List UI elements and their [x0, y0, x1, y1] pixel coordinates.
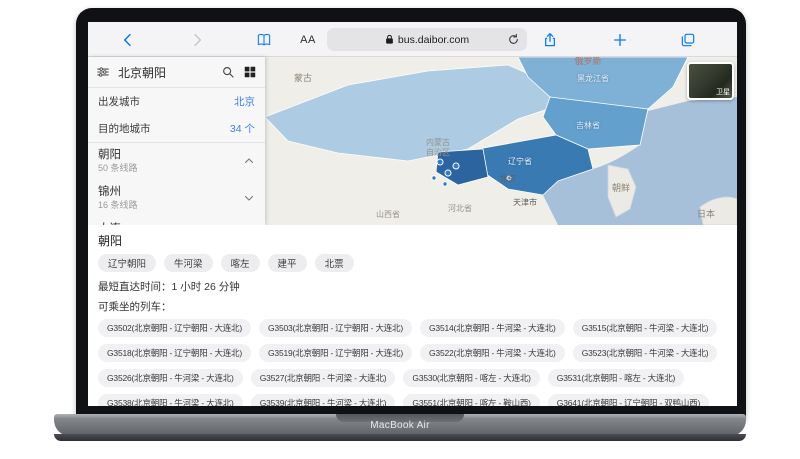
station-tag-list: 辽宁朝阳 牛河梁 喀左 建平 北票 [98, 254, 727, 272]
mockup-stage: AA bus.daibor.com 蒙古 俄罗斯 内蒙古 自治区 黑龙江省 吉林… [0, 0, 800, 459]
city-list-item[interactable]: 朝阳 50 条线路 [88, 143, 265, 180]
destination-city-row[interactable]: 目的地城市 34 个 [88, 115, 265, 142]
city-list: 朝阳 50 条线路 锦州 16 条线路 [88, 143, 265, 225]
train-pill[interactable]: G3515(北京朝阳 - 牛河梁 - 大连北) [572, 319, 718, 337]
train-pill[interactable]: G3502(北京朝阳 - 辽宁朝阳 - 大连北) [98, 319, 251, 337]
station-tag[interactable]: 喀左 [220, 254, 260, 272]
city-line-count: 50 条线路 [98, 163, 138, 173]
tabs-icon [681, 33, 695, 47]
train-pill[interactable]: G3530(北京朝阳 - 喀左 - 大连北) [403, 369, 540, 387]
url-text: bus.daibor.com [397, 33, 470, 46]
destination-city-label: 目的地城市 [98, 123, 151, 135]
route-filter-panel: 北京朝阳 出发城市 北京 目的地城市 34 个 朝阳 50 条线路 锦州 16 … [88, 57, 265, 225]
reload-icon [509, 33, 518, 44]
train-pill[interactable]: G3519(北京朝阳 - 辽宁朝阳 - 大连北) [259, 344, 412, 362]
reader-options-button[interactable]: AA [298, 30, 318, 50]
lock-icon [385, 34, 394, 45]
browser-screen: AA bus.daibor.com 蒙古 俄罗斯 内蒙古 自治区 黑龙江省 吉林… [88, 22, 737, 406]
browser-toolbar: AA bus.daibor.com [88, 22, 737, 57]
chevron-right-icon [194, 33, 202, 47]
train-pill[interactable]: G3518(北京朝阳 - 辽宁朝阳 - 大连北) [98, 344, 251, 362]
search-input[interactable]: 北京朝阳 [118, 64, 213, 81]
train-pill[interactable]: G3522(北京朝阳 - 牛河梁 - 大连北) [420, 344, 565, 362]
departure-city-value: 北京 [234, 96, 255, 108]
city-detail-section: 朝阳 辽宁朝阳 牛河梁 喀左 建平 北票 最短直达时间：1 小时 26 分钟 可… [88, 225, 737, 406]
train-pill[interactable]: G3527(北京朝阳 - 牛河梁 - 大连北) [250, 369, 396, 387]
chevron-up-icon[interactable] [243, 155, 255, 167]
address-bar[interactable]: bus.daibor.com [327, 28, 527, 51]
chevron-down-icon[interactable] [243, 192, 255, 204]
filter-header: 北京朝阳 [88, 57, 265, 87]
train-pill[interactable]: G3531(北京朝阳 - 喀左 - 大连北) [547, 369, 685, 387]
bookmarks-button[interactable] [254, 30, 274, 50]
train-pill[interactable]: G3539(北京朝阳 - 牛河梁 - 大连北) [250, 394, 396, 406]
train-pill[interactable]: G3526(北京朝阳 - 牛河梁 - 大连北) [98, 369, 243, 387]
station-tag[interactable]: 辽宁朝阳 [98, 254, 157, 272]
city-meta: 朝阳 50 条线路 [98, 148, 138, 174]
destination-city-value: 34 个 [229, 123, 255, 135]
station-tag[interactable]: 北票 [314, 254, 354, 272]
city-name: 朝阳 [98, 149, 121, 161]
departure-city-row[interactable]: 出发城市 北京 [88, 88, 265, 115]
tune-icon[interactable] [96, 65, 110, 79]
train-pill[interactable]: G3514(北京朝阳 - 牛河梁 - 大连北) [420, 319, 565, 337]
departure-city-label: 出发城市 [98, 96, 140, 108]
train-list: G3502(北京朝阳 - 辽宁朝阳 - 大连北) G3503(北京朝阳 - 辽宁… [98, 319, 727, 406]
available-trains-label: 可乘坐的列车： [98, 301, 172, 313]
reader-options-label: AA [300, 34, 316, 46]
city-line-count: 16 条线路 [98, 200, 138, 210]
city-detail-title: 朝阳 [98, 234, 123, 248]
search-icon[interactable] [221, 65, 235, 79]
train-pill[interactable]: G3523(北京朝阳 - 牛河梁 - 大连北) [572, 344, 718, 362]
book-icon [257, 34, 271, 46]
city-list-item[interactable]: 大连 18 条线路 [88, 217, 265, 225]
shortest-duration-text: 最短直达时间：1 小时 26 分钟 [98, 281, 240, 293]
train-pill[interactable]: G3503(北京朝阳 - 辽宁朝阳 - 大连北) [259, 319, 412, 337]
grid-view-icon[interactable] [243, 65, 257, 79]
train-pill[interactable]: G3641(北京朝阳 - 辽宁朝阳 - 双鸭山西) [547, 394, 710, 406]
train-pill[interactable]: G3551(北京朝阳 - 喀左 - 鞍山西) [403, 394, 540, 406]
city-meta: 锦州 16 条线路 [98, 185, 138, 211]
forward-button[interactable] [187, 30, 207, 50]
share-icon [545, 33, 555, 47]
satellite-label: 卫星 [716, 89, 730, 96]
new-tab-button[interactable] [610, 30, 630, 50]
share-button[interactable] [540, 30, 560, 50]
plus-icon [614, 34, 626, 46]
satellite-layer-toggle[interactable]: 卫星 [687, 62, 734, 100]
laptop-base-foot [54, 434, 746, 441]
station-tag[interactable]: 建平 [267, 254, 307, 272]
back-button[interactable] [118, 30, 138, 50]
city-name: 锦州 [98, 186, 121, 198]
reload-button[interactable] [506, 32, 521, 47]
city-list-item[interactable]: 锦州 16 条线路 [88, 180, 265, 217]
tab-overview-button[interactable] [678, 30, 698, 50]
station-tag[interactable]: 牛河梁 [164, 254, 213, 272]
device-model-label: MacBook Air [370, 420, 430, 431]
train-pill[interactable]: G3538(北京朝阳 - 牛河梁 - 大连北) [98, 394, 243, 406]
chevron-left-icon [123, 33, 131, 47]
